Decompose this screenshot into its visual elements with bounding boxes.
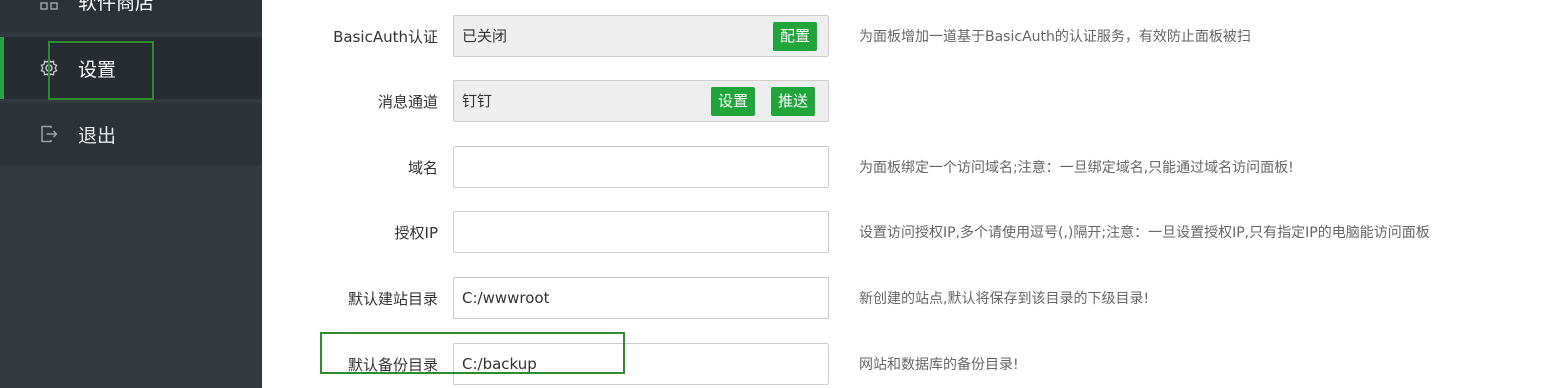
basic-auth-hint: 为面板增加一道基于BasicAuth的认证服务，有效防止面板被扫 <box>859 29 1251 45</box>
backup-dir-hint: 网站和数据库的备份目录! <box>859 357 1019 373</box>
message-channel-set-button[interactable]: 设置 <box>711 87 756 116</box>
backup-dir-label: 默认备份目录 <box>347 356 438 374</box>
setting-row-auth-ip: 授权IP 设置访问授权IP,多个请使用逗号(,)隔开;注意：一旦设置授权IP,只… <box>262 211 1555 255</box>
setting-row-site-dir: 默认建站目录 新创建的站点,默认将保存到该目录的下级目录! <box>262 277 1555 321</box>
sidebar-item-software-store[interactable]: 软件商店 <box>0 0 262 32</box>
sidebar-item-label: 设置 <box>78 58 117 81</box>
basic-auth-label: BasicAuth认证 <box>333 28 438 46</box>
setting-row-message-channel: 消息通道 钉钉 设置 推送 <box>262 80 1555 124</box>
auth-ip-hint: 设置访问授权IP,多个请使用逗号(,)隔开;注意：一旦设置授权IP,只有指定IP… <box>859 225 1430 241</box>
sidebar-item-label: 退出 <box>78 124 117 147</box>
sidebar-item-logout[interactable]: 退出 <box>0 103 262 165</box>
grid-icon <box>38 0 60 12</box>
domain-input[interactable] <box>453 146 829 188</box>
domain-label: 域名 <box>407 159 438 177</box>
message-channel-push-button[interactable]: 推送 <box>771 87 816 116</box>
setting-row-backup-dir: 默认备份目录 网站和数据库的备份目录! <box>262 343 1555 387</box>
basic-auth-config-button[interactable]: 配置 <box>773 22 818 51</box>
setting-row-domain: 域名 为面板绑定一个访问域名;注意：一旦绑定域名,只能通过域名访问面板! <box>262 146 1555 190</box>
sidebar: 软件商店 设置 退出 <box>0 0 262 388</box>
logout-icon <box>38 123 60 145</box>
sidebar-item-label: 软件商店 <box>78 0 155 14</box>
site-dir-input[interactable] <box>453 277 829 319</box>
sidebar-item-settings[interactable]: 设置 <box>0 37 262 99</box>
backup-dir-input[interactable] <box>453 343 829 385</box>
message-channel-label: 消息通道 <box>377 93 438 111</box>
auth-ip-input[interactable] <box>453 211 829 253</box>
auth-ip-label: 授权IP <box>394 224 438 242</box>
setting-row-basic-auth: BasicAuth认证 已关闭 配置 为面板增加一道基于BasicAuth的认证… <box>262 15 1555 59</box>
site-dir-hint: 新创建的站点,默认将保存到该目录的下级目录! <box>859 291 1150 307</box>
gear-icon <box>38 57 60 79</box>
panel-settings-page: 软件商店 设置 退出 BasicAuth认证 已关闭 配置 为面板增加一道基于B… <box>0 0 1555 388</box>
site-dir-label: 默认建站目录 <box>347 290 438 308</box>
domain-hint: 为面板绑定一个访问域名;注意：一旦绑定域名,只能通过域名访问面板! <box>859 160 1294 176</box>
